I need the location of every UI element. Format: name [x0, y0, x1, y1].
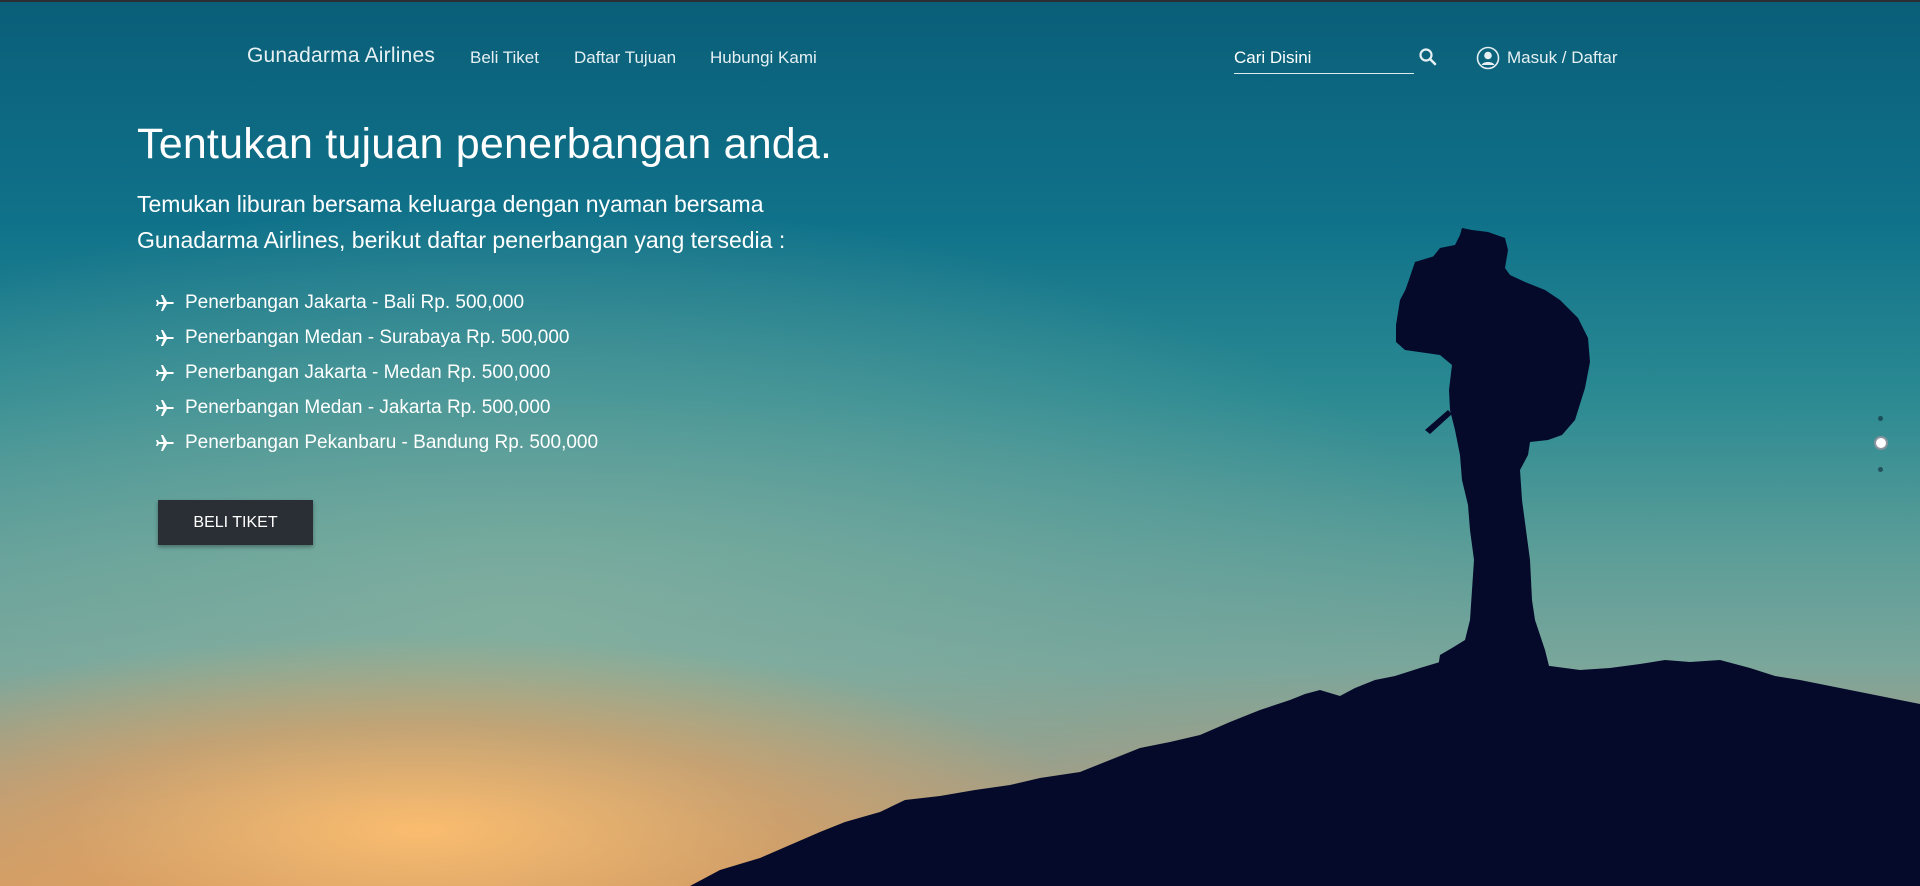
- page-title: Tentukan tujuan penerbangan anda.: [137, 120, 833, 168]
- slider-dot-2-active[interactable]: [1874, 436, 1888, 450]
- plane-icon: [156, 294, 174, 311]
- user-circle-icon[interactable]: [1476, 46, 1500, 70]
- buy-ticket-button[interactable]: BELI TIKET: [158, 500, 313, 545]
- hero-subtitle: Temukan liburan bersama keluarga dengan …: [137, 186, 897, 258]
- search-box: [1234, 44, 1414, 74]
- flight-label: Penerbangan Medan - Jakarta Rp. 500,000: [185, 396, 551, 418]
- hero-subtitle-line-1: Temukan liburan bersama keluarga dengan …: [137, 191, 764, 217]
- slider-dot-3[interactable]: [1878, 467, 1883, 472]
- list-item: Penerbangan Medan - Jakarta Rp. 500,000: [155, 390, 598, 425]
- flight-label: Penerbangan Medan - Surabaya Rp. 500,000: [185, 326, 570, 348]
- plane-icon: [156, 329, 174, 346]
- search-icon[interactable]: [1418, 47, 1438, 67]
- flight-label: Penerbangan Jakarta - Medan Rp. 500,000: [185, 361, 551, 383]
- nav-link-daftar-tujuan[interactable]: Daftar Tujuan: [574, 48, 676, 68]
- hero-subtitle-line-2: Gunadarma Airlines, berikut daftar pener…: [137, 227, 786, 253]
- flight-list: Penerbangan Jakarta - Bali Rp. 500,000 P…: [155, 285, 598, 460]
- search-input[interactable]: [1234, 44, 1414, 72]
- nav-link-beli-tiket[interactable]: Beli Tiket: [470, 48, 539, 68]
- nav-link-hubungi-kami[interactable]: Hubungi Kami: [710, 48, 817, 68]
- plane-icon: [156, 399, 174, 416]
- login-register-link[interactable]: Masuk / Daftar: [1507, 48, 1618, 68]
- flight-label: Penerbangan Jakarta - Bali Rp. 500,000: [185, 291, 525, 313]
- list-item: Penerbangan Jakarta - Medan Rp. 500,000: [155, 355, 598, 390]
- list-item: Penerbangan Medan - Surabaya Rp. 500,000: [155, 320, 598, 355]
- list-item: Penerbangan Jakarta - Bali Rp. 500,000: [155, 285, 598, 320]
- plane-icon: [156, 364, 174, 381]
- plane-icon: [156, 434, 174, 451]
- slider-dot-1[interactable]: [1878, 416, 1883, 421]
- flight-label: Penerbangan Pekanbaru - Bandung Rp. 500,…: [185, 431, 599, 453]
- list-item: Penerbangan Pekanbaru - Bandung Rp. 500,…: [155, 425, 598, 460]
- navbar: Gunadarma Airlines Beli Tiket Daftar Tuj…: [0, 44, 1920, 74]
- brand-logo[interactable]: Gunadarma Airlines: [247, 44, 435, 68]
